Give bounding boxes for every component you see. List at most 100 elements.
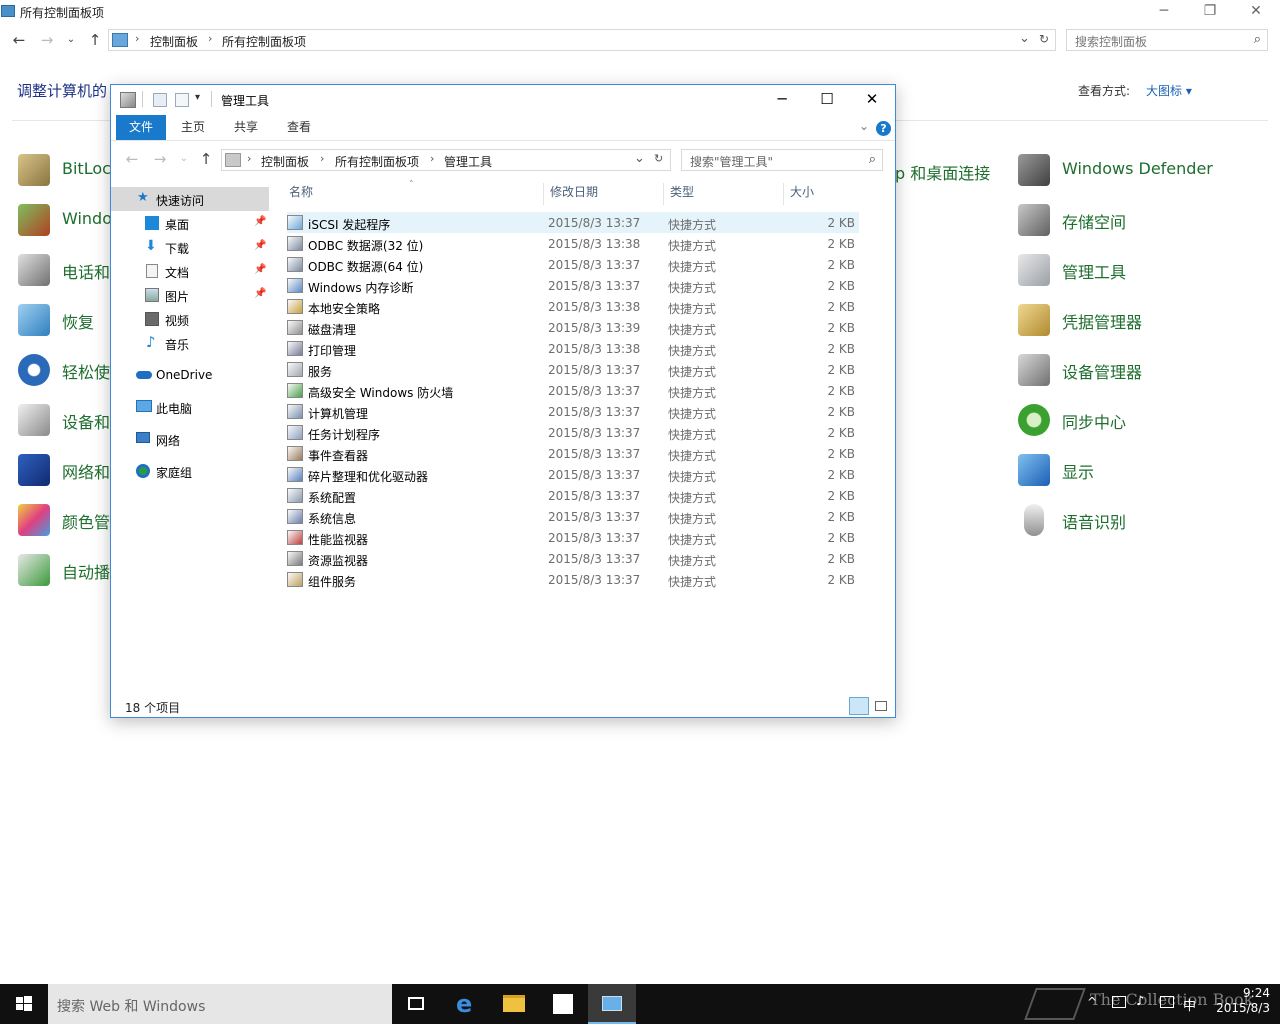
table-row[interactable]: 打印管理 2015/8/3 13:38 快捷方式 2 KB xyxy=(287,338,859,359)
pin-icon[interactable]: 📌 xyxy=(254,264,266,275)
taskbar-explorer-button[interactable] xyxy=(490,984,538,1024)
dropdown-chevron-icon[interactable]: ⌄ xyxy=(1019,31,1030,46)
table-row[interactable]: 系统信息 2015/8/3 13:37 快捷方式 2 KB xyxy=(287,506,859,527)
network-icon xyxy=(136,432,150,443)
new-folder-quick-icon[interactable] xyxy=(175,93,189,107)
search-placeholder: 搜索控制面板 xyxy=(1075,35,1148,49)
volume-icon[interactable]: ♪ xyxy=(1136,994,1144,1009)
table-row[interactable]: 性能监视器 2015/8/3 13:37 快捷方式 2 KB xyxy=(287,527,859,548)
explorer-search-input[interactable]: 搜索"管理工具" ⌕ xyxy=(681,149,883,171)
table-row[interactable]: 本地安全策略 2015/8/3 13:38 快捷方式 2 KB xyxy=(287,296,859,317)
table-row[interactable]: 资源监视器 2015/8/3 13:37 快捷方式 2 KB xyxy=(287,548,859,569)
details-view-button[interactable] xyxy=(849,697,869,715)
breadcrumb-admin-tools[interactable]: 管理工具 xyxy=(444,153,492,170)
table-row[interactable]: 事件查看器 2015/8/3 13:37 快捷方式 2 KB xyxy=(287,443,859,464)
show-hidden-icons-chevron-icon[interactable]: ^ xyxy=(1087,995,1097,1009)
nav-item-onedrive[interactable]: OneDrive xyxy=(111,363,269,387)
tab-share[interactable]: 共享 xyxy=(222,115,270,140)
breadcrumb-all-items[interactable]: 所有控制面板项 xyxy=(335,153,419,170)
taskbar-edge-button[interactable]: e xyxy=(442,984,490,1024)
tab-home[interactable]: 主页 xyxy=(169,115,217,140)
cp-item-remote-desktop-label[interactable]: p 和桌面连接 xyxy=(895,160,990,184)
back-arrow-icon[interactable]: ← xyxy=(10,30,28,50)
nav-item-homegroup[interactable]: 家庭组 xyxy=(111,459,269,483)
table-row[interactable]: 系统配置 2015/8/3 13:37 快捷方式 2 KB xyxy=(287,485,859,506)
taskbar-clock[interactable]: 9:24 2015/8/3 xyxy=(1200,986,1270,1016)
table-row[interactable]: ODBC 数据源(64 位) 2015/8/3 13:37 快捷方式 2 KB xyxy=(287,254,859,275)
control-panel-search-input[interactable]: 搜索控制面板 ⌕ xyxy=(1066,29,1268,51)
tab-view[interactable]: 查看 xyxy=(275,115,323,140)
up-arrow-icon[interactable]: ↑ xyxy=(86,30,104,50)
forward-arrow-icon[interactable]: → xyxy=(151,149,169,169)
nav-item-downloads[interactable]: ⬇ 下载 📌 xyxy=(111,235,269,259)
table-row[interactable]: 碎片整理和优化驱动器 2015/8/3 13:37 快捷方式 2 KB xyxy=(287,464,859,485)
dropdown-chevron-icon[interactable]: ⌄ xyxy=(634,151,645,166)
up-arrow-icon[interactable]: ↑ xyxy=(197,149,215,169)
breadcrumb-all-items[interactable]: 所有控制面板项 xyxy=(222,33,306,50)
table-row[interactable]: 磁盘清理 2015/8/3 13:39 快捷方式 2 KB xyxy=(287,317,859,338)
ime-indicator[interactable]: 中 xyxy=(1183,995,1196,1014)
task-view-button[interactable] xyxy=(392,984,440,1024)
expand-ribbon-chevron-icon[interactable]: ⌄ xyxy=(859,119,869,133)
table-row[interactable]: Windows 内存诊断 2015/8/3 13:37 快捷方式 2 KB xyxy=(287,275,859,296)
restore-button[interactable]: ❐ xyxy=(1187,0,1233,24)
nav-item-music[interactable]: ♪ 音乐 xyxy=(111,331,269,355)
pin-icon[interactable]: 📌 xyxy=(254,240,266,251)
pin-icon[interactable]: 📌 xyxy=(254,216,266,227)
minimize-button[interactable]: ─ xyxy=(1141,0,1187,24)
breadcrumb-control-panel[interactable]: 控制面板 xyxy=(150,33,198,50)
nav-item-quick-access[interactable]: ★ 快速访问 xyxy=(111,187,269,211)
pin-icon[interactable]: 📌 xyxy=(254,288,266,299)
taskbar-store-button[interactable] xyxy=(539,984,587,1024)
recent-chevron-icon[interactable]: ⌄ xyxy=(175,149,193,169)
nav-item-desktop[interactable]: 桌面 📌 xyxy=(111,211,269,235)
refresh-icon[interactable]: ↻ xyxy=(1039,32,1049,46)
quick-access-dropdown-icon[interactable]: ▾ xyxy=(195,92,200,103)
file-size: 2 KB xyxy=(827,468,855,482)
explorer-address-bar[interactable]: › 控制面板 › 所有控制面板项 › 管理工具 ⌄ ↻ xyxy=(221,149,671,171)
network-tray-icon[interactable] xyxy=(1112,996,1126,1008)
breadcrumb-control-panel[interactable]: 控制面板 xyxy=(261,153,309,170)
breadcrumb-separator-icon: › xyxy=(247,152,252,165)
nav-item-videos[interactable]: 视频 xyxy=(111,307,269,331)
column-header-name[interactable]: 名称 ˄ xyxy=(279,177,544,207)
table-row[interactable]: 高级安全 Windows 防火墙 2015/8/3 13:37 快捷方式 2 KB xyxy=(287,380,859,401)
help-icon[interactable]: ? xyxy=(876,121,891,136)
column-header-type[interactable]: 类型 xyxy=(660,177,780,207)
search-icon[interactable]: ⌕ xyxy=(869,152,876,167)
taskbar-control-panel-button[interactable] xyxy=(588,984,636,1024)
nav-item-documents[interactable]: 文档 📌 xyxy=(111,259,269,283)
action-center-icon[interactable] xyxy=(1160,996,1174,1008)
table-row[interactable]: 服务 2015/8/3 13:37 快捷方式 2 KB xyxy=(287,359,859,380)
explorer-titlebar[interactable]: ▾ 管理工具 ─ ☐ ✕ xyxy=(111,85,895,115)
column-header-date[interactable]: 修改日期 xyxy=(540,177,660,207)
refresh-icon[interactable]: ↻ xyxy=(654,152,663,165)
forward-arrow-icon[interactable]: → xyxy=(38,30,56,50)
control-panel-address-bar[interactable]: › 控制面板 › 所有控制面板项 ⌄ ↻ xyxy=(108,29,1056,51)
view-by-dropdown[interactable]: 大图标 ▾ xyxy=(1146,82,1192,99)
minimize-button[interactable]: ─ xyxy=(759,85,805,115)
back-arrow-icon[interactable]: ← xyxy=(123,149,141,169)
tab-file[interactable]: 文件 xyxy=(116,115,166,140)
nav-item-pictures[interactable]: 图片 📌 xyxy=(111,283,269,307)
table-row[interactable]: 任务计划程序 2015/8/3 13:37 快捷方式 2 KB xyxy=(287,422,859,443)
nav-item-network[interactable]: 网络 xyxy=(111,427,269,451)
shortcut-icon xyxy=(287,278,303,293)
table-row[interactable]: ODBC 数据源(32 位) 2015/8/3 13:38 快捷方式 2 KB xyxy=(287,233,859,254)
properties-quick-icon[interactable] xyxy=(153,93,167,107)
maximize-button[interactable]: ☐ xyxy=(804,85,850,115)
close-button[interactable]: ✕ xyxy=(1233,0,1279,24)
large-icons-view-button[interactable] xyxy=(871,697,891,715)
column-header-size[interactable]: 大小 xyxy=(780,177,860,207)
start-button[interactable] xyxy=(0,984,48,1024)
search-icon[interactable]: ⌕ xyxy=(1254,32,1261,47)
close-button[interactable]: ✕ xyxy=(849,85,895,115)
taskbar-search-input[interactable]: 搜索 Web 和 Windows xyxy=(48,984,392,1024)
recent-chevron-icon[interactable]: ⌄ xyxy=(62,30,80,50)
table-row[interactable]: 组件服务 2015/8/3 13:37 快捷方式 2 KB xyxy=(287,569,859,590)
table-row[interactable]: 计算机管理 2015/8/3 13:37 快捷方式 2 KB xyxy=(287,401,859,422)
nav-item-this-pc[interactable]: 此电脑 xyxy=(111,395,269,419)
file-date: 2015/8/3 13:37 xyxy=(548,468,641,482)
file-name: 高级安全 Windows 防火墙 xyxy=(308,386,454,400)
table-row[interactable]: iSCSI 发起程序 2015/8/3 13:37 快捷方式 2 KB xyxy=(287,212,859,233)
